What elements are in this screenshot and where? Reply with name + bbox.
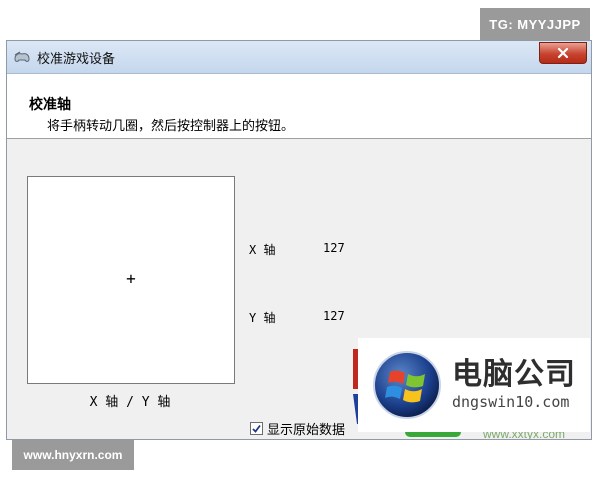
xy-axis-display: +: [27, 176, 235, 384]
y-axis-row: Y 轴 127: [249, 309, 345, 326]
x-axis-label: X 轴: [249, 243, 276, 257]
brand-name: 电脑公司: [452, 357, 576, 392]
raw-data-checkbox[interactable]: [250, 421, 263, 435]
instruction-text: 将手柄转动几圈，然后按控制器上的按钮。: [47, 119, 295, 134]
page-title: 校准轴: [29, 97, 71, 113]
header-panel: 校准轴 将手柄转动几圈，然后按控制器上的按钮。: [7, 74, 591, 139]
raw-data-label: 显示原始数据: [267, 422, 346, 438]
brand-domain: dngswin10.com: [452, 393, 570, 411]
title-bar[interactable]: 校准游戏设备: [7, 41, 591, 74]
y-axis-value: 127: [323, 309, 345, 323]
gamepad-icon: [14, 51, 30, 62]
axis-caption: X 轴 / Y 轴: [89, 395, 171, 410]
watermark-site: www.hnyxrn.com: [12, 440, 134, 470]
close-x-icon: [557, 47, 569, 59]
y-axis-label: Y 轴: [249, 311, 276, 325]
checkmark-icon: [252, 424, 261, 433]
brand-watermark: 电脑公司 dngswin10.com: [358, 338, 590, 432]
x-axis-row: X 轴 127: [249, 241, 345, 258]
windows-logo-icon: [373, 351, 441, 419]
raw-data-toggle[interactable]: 显示原始数据: [250, 419, 346, 438]
watermark-tg: TG: MYYJJPP: [480, 8, 590, 40]
brand-texts: 电脑公司 dngswin10.com: [452, 358, 576, 412]
close-button[interactable]: [539, 42, 587, 64]
crosshair-icon: +: [126, 269, 136, 288]
window-title: 校准游戏设备: [37, 52, 116, 67]
x-axis-value: 127: [323, 241, 345, 255]
